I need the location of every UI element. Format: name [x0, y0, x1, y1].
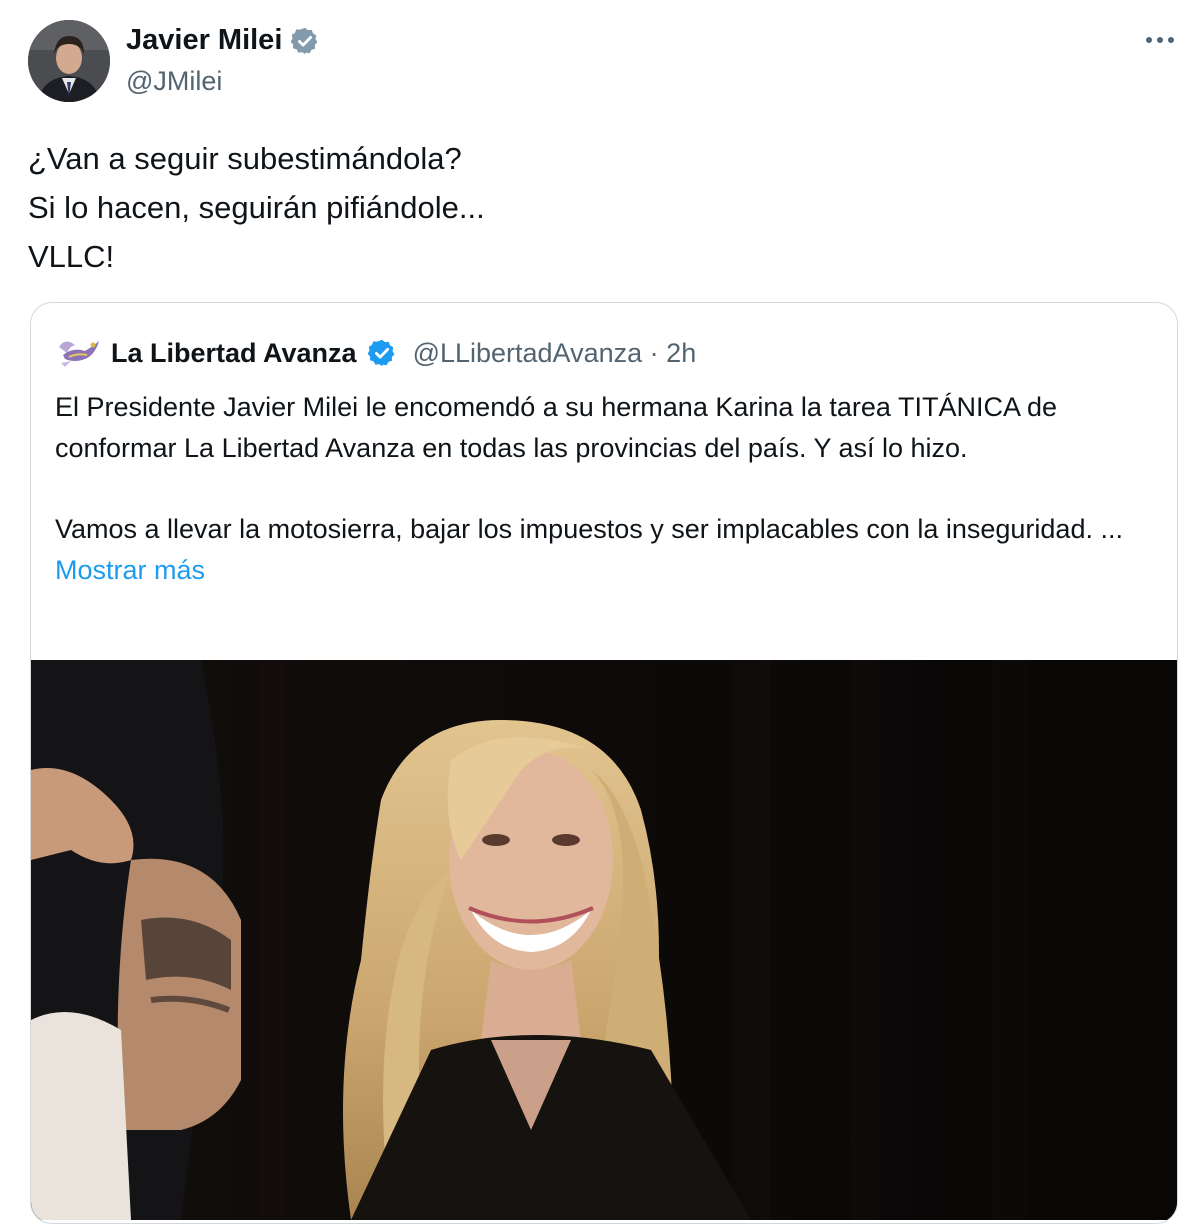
avatar-photo	[28, 20, 110, 102]
author-name-row[interactable]: Javier Milei	[126, 24, 320, 57]
quoted-tweet-header: La Libertad Avanza @LLibertadAvanza · 2h	[55, 333, 696, 373]
verified-badge-icon	[291, 27, 318, 54]
quoted-paragraph: El Presidente Javier Milei le encomendó …	[55, 392, 1058, 463]
tweet-line: VLLC!	[28, 239, 115, 274]
meta-separator: ·	[649, 337, 659, 368]
quoted-tweet-text: El Presidente Javier Milei le encomendó …	[55, 387, 1165, 591]
author-handle[interactable]: @JMilei	[126, 66, 222, 97]
quoted-media-image[interactable]	[31, 660, 1177, 1220]
quoted-tweet-card[interactable]: La Libertad Avanza @LLibertadAvanza · 2h…	[30, 302, 1178, 1224]
author-avatar[interactable]	[28, 20, 110, 102]
show-more-link[interactable]: Mostrar más	[55, 550, 1165, 591]
tweet-line: ¿Van a seguir subestimándola?	[28, 141, 462, 176]
author-name[interactable]: Javier Milei	[126, 24, 282, 57]
quoted-author-handle[interactable]: @LLibertadAvanza	[413, 338, 643, 368]
quoted-author-name[interactable]: La Libertad Avanza	[111, 338, 357, 369]
photo-icon	[31, 660, 1177, 1220]
ellipsis-icon	[1146, 37, 1174, 43]
quoted-paragraph: Vamos a llevar la motosierra, bajar los …	[55, 514, 1123, 544]
more-options-button[interactable]	[1140, 20, 1180, 60]
quoted-timestamp[interactable]: 2h	[666, 338, 696, 368]
tweet-line: Si lo hacen, seguirán pifiándole...	[28, 190, 485, 225]
tweet-text: ¿Van a seguir subestimándola? Si lo hace…	[28, 134, 485, 281]
lla-logo-icon[interactable]	[55, 333, 101, 373]
verified-badge-icon	[367, 339, 394, 367]
